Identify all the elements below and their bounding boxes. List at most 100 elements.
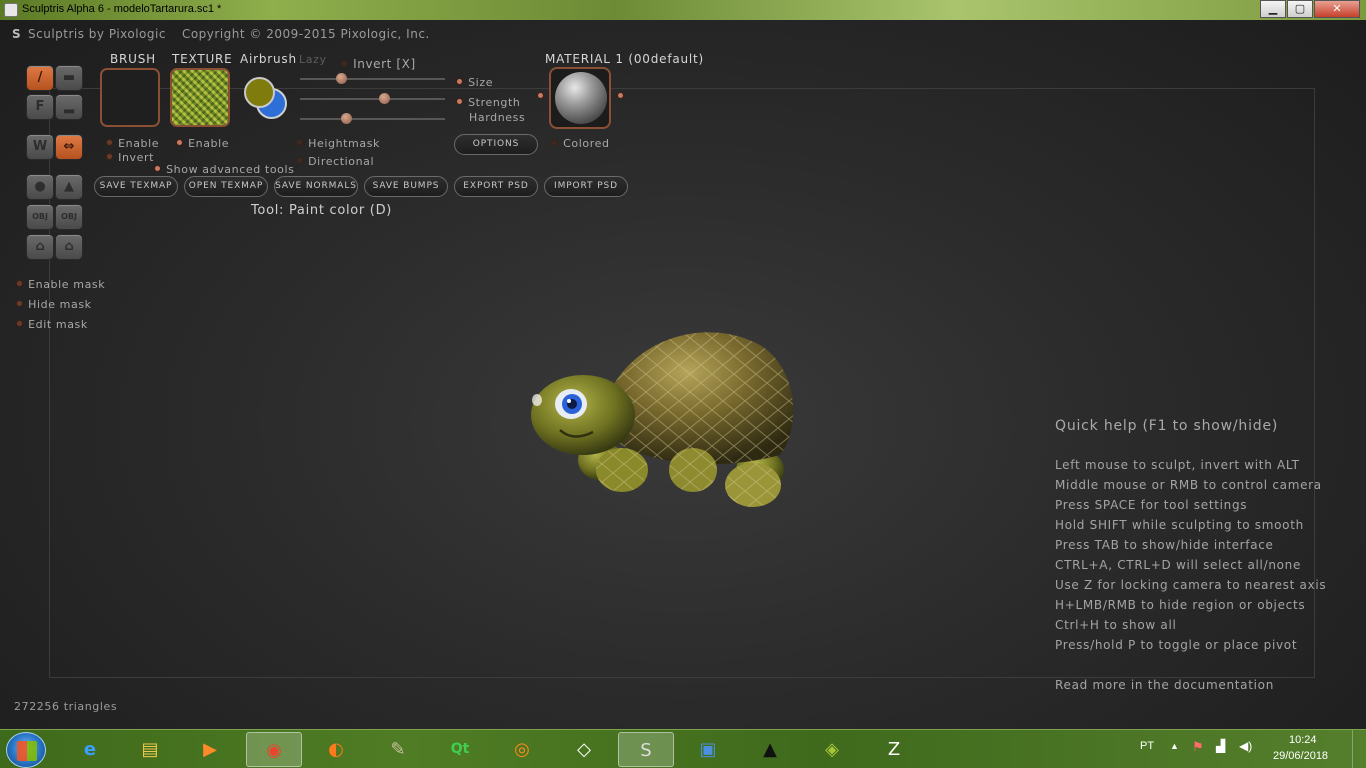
radio-icon xyxy=(16,320,23,327)
new-sphere-button[interactable]: ● xyxy=(26,174,54,200)
windows-logo-icon xyxy=(17,741,37,761)
size-label: Size xyxy=(468,76,494,89)
quick-help-line: Press TAB to show/hide interface xyxy=(1055,538,1274,552)
file-explorer-icon[interactable]: ▤ xyxy=(122,732,178,767)
edit-mask-option[interactable]: Edit mask xyxy=(16,313,88,332)
close-button[interactable]: ✕ xyxy=(1314,0,1360,18)
hardness-slider-knob[interactable] xyxy=(341,113,352,124)
options-button[interactable]: OPTIONS xyxy=(454,134,538,155)
open-texmap-button[interactable]: OPEN TEXMAP xyxy=(184,176,268,197)
show-desktop-button[interactable] xyxy=(1352,730,1366,768)
media-player-icon[interactable]: ▶ xyxy=(182,732,238,767)
material-header: MATERIAL 1 (00default) xyxy=(545,52,705,66)
photo-app-icon[interactable]: ▣ xyxy=(680,732,736,767)
brand-text: Sculptris by Pixologic xyxy=(28,27,166,41)
lock-icon-button[interactable]: ⌂ xyxy=(26,234,54,260)
language-indicator[interactable]: PT xyxy=(1140,740,1154,752)
material-sphere xyxy=(555,72,607,124)
copyright-text: Copyright © 2009-2015 Pixologic, Inc. xyxy=(181,27,430,41)
radio-icon xyxy=(106,153,113,160)
window-title: Sculptris Alpha 6 - modeloTartarura.sc1 … xyxy=(22,3,222,15)
qt-icon[interactable]: Qt xyxy=(432,732,488,767)
brush-swatch[interactable] xyxy=(100,68,160,127)
strength-slider-knob[interactable] xyxy=(379,93,390,104)
airbrush-header: Airbrush xyxy=(240,52,297,66)
colored-toggle[interactable]: Colored xyxy=(551,132,610,151)
enable-mask-label: Enable mask xyxy=(28,278,106,291)
volume-icon[interactable]: ◀) xyxy=(1239,739,1252,753)
export-obj-button[interactable]: OBJ xyxy=(55,204,83,230)
hardness-slider-track[interactable] xyxy=(300,118,445,120)
sculptris-logo-icon: S xyxy=(12,27,22,41)
gimp-icon[interactable]: ✎ xyxy=(370,732,426,767)
export-psd-button[interactable]: EXPORT PSD xyxy=(454,176,538,197)
save-bumps-button[interactable]: SAVE BUMPS xyxy=(364,176,448,197)
unlock-icon-button[interactable]: ⌂ xyxy=(55,234,83,260)
minimize-button[interactable]: ▁ xyxy=(1260,0,1286,18)
enable-mask-option[interactable]: Enable mask xyxy=(16,273,105,292)
material-next-dot[interactable] xyxy=(617,92,624,99)
zbrush-icon[interactable]: Z xyxy=(866,732,922,767)
radio-icon xyxy=(296,157,303,164)
quick-help-line: Middle mouse or RMB to control camera xyxy=(1055,478,1322,492)
maximize-button[interactable]: ▢ xyxy=(1287,0,1313,18)
internet-explorer-icon[interactable]: e xyxy=(62,732,118,767)
new-plane-button[interactable]: ▲ xyxy=(55,174,83,200)
flatten-tool-button[interactable]: ▬ xyxy=(55,65,83,91)
radio-icon xyxy=(296,139,303,146)
symmetry-toggle-button[interactable]: ⇔ xyxy=(55,134,83,160)
chrome-icon[interactable]: ◉ xyxy=(246,732,302,767)
import-obj-button[interactable]: OBJ xyxy=(26,204,54,230)
radio-icon xyxy=(16,300,23,307)
show-hidden-icons-icon[interactable]: ▲ xyxy=(1170,741,1179,751)
quick-help-line: Use Z for locking camera to nearest axis xyxy=(1055,578,1327,592)
import-psd-button[interactable]: IMPORT PSD xyxy=(544,176,628,197)
turtle-model[interactable] xyxy=(525,320,805,520)
hide-mask-label: Hide mask xyxy=(28,298,92,311)
material-prev-dot[interactable] xyxy=(537,92,544,99)
tool-status: Tool: Paint color (D) xyxy=(251,203,393,218)
save-texmap-button[interactable]: SAVE TEXMAP xyxy=(94,176,178,197)
clock-time[interactable]: 10:24 xyxy=(1289,734,1317,746)
size-toggle[interactable]: Size xyxy=(456,71,493,90)
radio-icon xyxy=(456,98,463,105)
firefox-icon[interactable]: ◐ xyxy=(308,732,364,767)
clock-date[interactable]: 29/06/2018 xyxy=(1273,750,1328,762)
heightmask-toggle[interactable]: Heightmask xyxy=(296,132,380,151)
primary-color-swatch[interactable] xyxy=(244,77,275,108)
flat-tool-button[interactable]: F xyxy=(26,94,54,120)
size-slider-track[interactable] xyxy=(300,78,445,80)
brush-invert-toggle[interactable]: Invert xyxy=(106,146,154,165)
documentation-link[interactable]: Read more in the documentation xyxy=(1055,678,1274,692)
directional-toggle[interactable]: Directional xyxy=(296,150,374,169)
save-normals-button[interactable]: SAVE NORMALS xyxy=(274,176,358,197)
invert-toggle[interactable]: Invert [X] xyxy=(341,53,416,72)
start-button[interactable] xyxy=(6,732,46,768)
quick-help-line: Hold SHIFT while sculpting to smooth xyxy=(1055,518,1304,532)
inkscape-icon[interactable]: ▲ xyxy=(742,732,798,767)
sculptris-icon[interactable]: S xyxy=(618,732,674,767)
show-advanced-toggle[interactable]: Show advanced tools xyxy=(154,158,294,177)
taskbar: e ▤ ▶ ◉ ◐ ✎ Qt ◎ ◇ S ▣ ▲ ◈ Z PT ▲ ⚑ ▟ ◀)… xyxy=(0,729,1366,768)
radio-icon xyxy=(456,78,463,85)
strength-slider-track[interactable] xyxy=(300,98,445,100)
hardness-label: Hardness xyxy=(469,111,526,124)
unity-icon[interactable]: ◇ xyxy=(556,732,612,767)
material-preview[interactable] xyxy=(549,67,611,129)
hide-mask-option[interactable]: Hide mask xyxy=(16,293,92,312)
texture-enable-toggle[interactable]: Enable xyxy=(176,132,229,151)
signal-icon[interactable]: ▟ xyxy=(1216,739,1225,753)
colored-label: Colored xyxy=(563,137,610,150)
quick-help-title: Quick help (F1 to show/hide) xyxy=(1055,418,1279,434)
paint-brush-tool-button[interactable]: / xyxy=(26,65,54,91)
strength-toggle[interactable]: Strength xyxy=(456,91,520,110)
window-title-bar[interactable]: Sculptris Alpha 6 - modeloTartarura.sc1 … xyxy=(0,0,1366,20)
radio-icon xyxy=(341,60,348,67)
android-studio-icon[interactable]: ◈ xyxy=(804,732,860,767)
texture-swatch[interactable] xyxy=(170,68,230,127)
grab-tool-button[interactable]: W xyxy=(26,134,54,160)
size-slider-knob[interactable] xyxy=(336,73,347,84)
network-warning-icon[interactable]: ⚑ xyxy=(1192,739,1204,755)
blender-icon[interactable]: ◎ xyxy=(494,732,550,767)
smooth-tool-button[interactable]: ▂ xyxy=(55,94,83,120)
